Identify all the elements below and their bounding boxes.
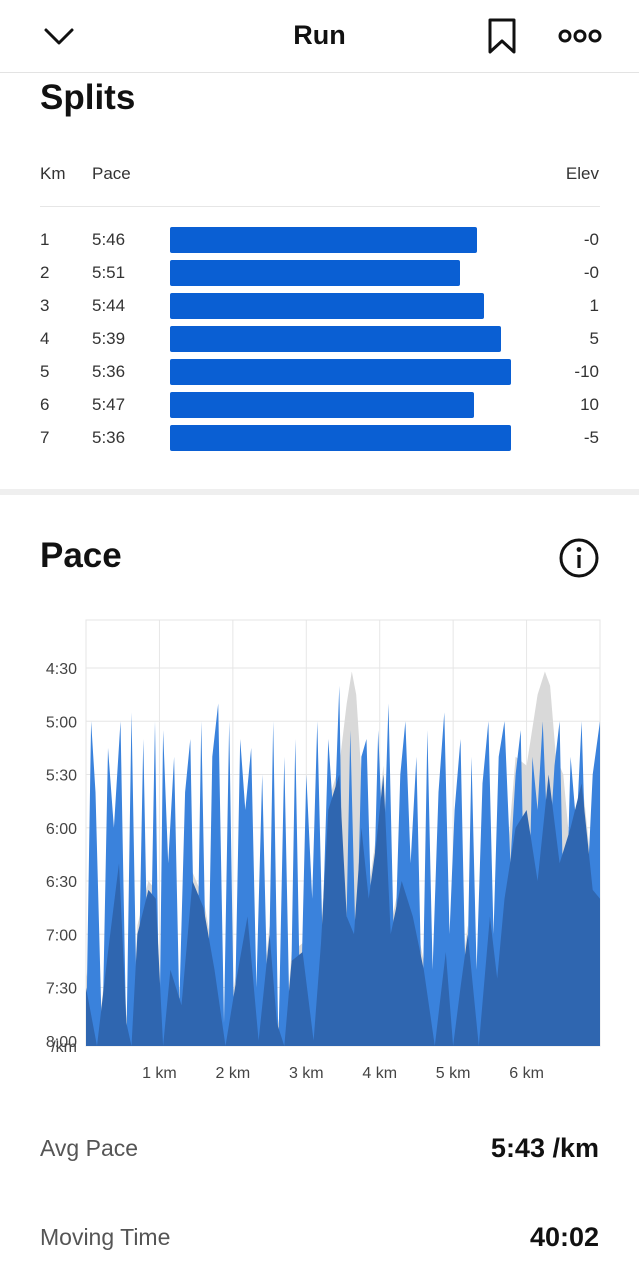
split-km: 5 bbox=[40, 362, 50, 381]
split-pace-bar bbox=[170, 227, 477, 253]
x-tick-label: 6 km bbox=[509, 1065, 544, 1082]
y-tick-label: 4:30 bbox=[46, 661, 77, 678]
x-tick-label: 4 km bbox=[362, 1065, 397, 1082]
splits-col-elev: Elev bbox=[565, 164, 599, 183]
split-elev: 5 bbox=[589, 329, 599, 348]
split-row: 7 5:36 -5 bbox=[0, 423, 639, 453]
split-row: 5 5:36 -10 bbox=[0, 357, 639, 387]
split-km: 1 bbox=[40, 230, 50, 249]
section-separator bbox=[0, 489, 639, 495]
split-km: 6 bbox=[40, 395, 50, 414]
splits-col-pace: Pace bbox=[92, 164, 131, 183]
page-title: Run bbox=[293, 20, 346, 50]
pace-info-button[interactable] bbox=[558, 537, 600, 579]
avg-pace-label: Avg Pace bbox=[40, 1135, 139, 1161]
split-pace-bar bbox=[170, 425, 511, 451]
moving-time-label: Moving Time bbox=[40, 1224, 171, 1250]
y-tick-label: 6:30 bbox=[46, 874, 77, 891]
split-elev: 1 bbox=[589, 296, 599, 315]
split-row: 4 5:39 5 bbox=[0, 324, 639, 354]
split-pace: 5:36 bbox=[92, 362, 126, 381]
split-row: 1 5:46 -0 bbox=[0, 225, 639, 255]
split-row: 6 5:47 10 bbox=[0, 390, 639, 420]
x-tick-label: 2 km bbox=[216, 1065, 251, 1082]
split-km: 4 bbox=[40, 329, 50, 348]
split-pace: 5:46 bbox=[92, 230, 126, 249]
y-tick-label: 7:00 bbox=[46, 927, 77, 944]
more-icon bbox=[558, 29, 602, 43]
y-tick-label: 7:30 bbox=[46, 981, 77, 998]
split-pace: 5:47 bbox=[92, 395, 126, 414]
split-pace-bar bbox=[170, 260, 460, 286]
y-tick-label: 6:00 bbox=[46, 821, 77, 838]
split-pace-bar bbox=[170, 293, 484, 319]
split-pace: 5:44 bbox=[92, 296, 126, 315]
top-bar: Run bbox=[0, 0, 639, 73]
y-unit-label: /km bbox=[51, 1039, 77, 1056]
splits-col-km: Km bbox=[40, 164, 66, 183]
x-tick-label: 1 km bbox=[142, 1065, 177, 1082]
y-tick-label: 5:00 bbox=[46, 714, 77, 731]
split-row: 3 5:44 1 bbox=[0, 291, 639, 321]
split-pace: 5:39 bbox=[92, 329, 126, 348]
x-tick-label: 5 km bbox=[436, 1065, 471, 1082]
pace-heading: Pace bbox=[40, 536, 122, 575]
info-icon bbox=[559, 538, 599, 578]
split-pace-bar bbox=[170, 392, 474, 418]
split-pace-bar bbox=[170, 359, 511, 385]
y-tick-label: 5:30 bbox=[46, 768, 77, 785]
pace-chart: 4:305:005:306:006:307:007:308:00/km1 km 2… bbox=[46, 619, 601, 1082]
split-elev: -5 bbox=[583, 428, 599, 447]
split-elev: -10 bbox=[574, 362, 599, 381]
split-row: 2 5:51 -0 bbox=[0, 258, 639, 288]
split-km: 2 bbox=[40, 263, 50, 282]
splits-heading: Splits bbox=[40, 78, 136, 117]
split-pace: 5:51 bbox=[92, 263, 126, 282]
split-elev: -0 bbox=[583, 230, 599, 249]
bookmark-icon bbox=[488, 18, 516, 54]
split-pace: 5:36 bbox=[92, 428, 126, 447]
x-tick-label: 3 km bbox=[289, 1065, 324, 1082]
split-elev: 10 bbox=[580, 395, 599, 414]
split-km: 7 bbox=[40, 428, 50, 447]
bookmark-button[interactable] bbox=[480, 14, 524, 58]
moving-time-value: 40:02 bbox=[529, 1222, 599, 1252]
split-km: 3 bbox=[40, 296, 50, 315]
more-options-button[interactable] bbox=[558, 14, 602, 58]
split-elev: -0 bbox=[583, 263, 599, 282]
splits-divider bbox=[40, 206, 600, 207]
split-pace-bar bbox=[170, 326, 501, 352]
avg-pace-value: 5:43 /km bbox=[490, 1133, 599, 1163]
